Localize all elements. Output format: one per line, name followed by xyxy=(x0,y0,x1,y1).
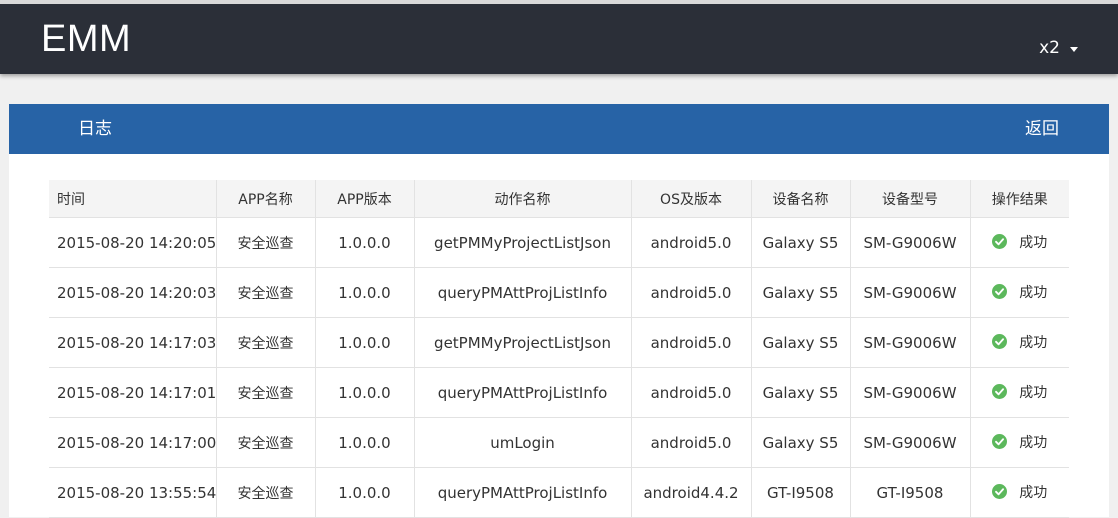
table-body: 2015-08-20 14:20:05 安全巡查 1.0.0.0 getPMMy… xyxy=(49,217,1069,518)
check-circle-icon xyxy=(992,234,1008,250)
column-header-device-model[interactable]: 设备型号 xyxy=(850,180,971,218)
column-header-app-name[interactable]: APP名称 xyxy=(216,180,316,218)
cell-app-name: 安全巡查 xyxy=(216,217,316,268)
cell-result: 成功 xyxy=(970,217,1069,268)
cell-action: queryPMAttProjListInfo xyxy=(414,267,632,318)
user-menu-dropdown[interactable]: x2 xyxy=(1039,38,1078,58)
cell-app-name: 安全巡查 xyxy=(216,417,316,468)
cell-device-model: SM-G9006W xyxy=(850,417,971,468)
cell-device-model: GT-I9508 xyxy=(850,467,971,518)
check-circle-icon xyxy=(992,484,1008,500)
cell-app-name: 安全巡查 xyxy=(216,367,316,418)
cell-app-version: 1.0.0.0 xyxy=(315,417,415,468)
panel-header: 日志 返回 xyxy=(9,104,1109,154)
panel-title: 日志 xyxy=(78,119,112,139)
check-circle-icon xyxy=(992,284,1008,300)
result-label: 成功 xyxy=(1019,284,1048,301)
cell-os: android5.0 xyxy=(631,367,752,418)
cell-time: 2015-08-20 13:55:54 xyxy=(49,467,217,518)
cell-device-name: Galaxy S5 xyxy=(751,217,851,268)
result-label: 成功 xyxy=(1019,334,1048,351)
cell-os: android4.4.2 xyxy=(631,467,752,518)
cell-app-name: 安全巡查 xyxy=(216,317,316,368)
column-header-time[interactable]: 时间 xyxy=(49,180,217,218)
cell-device-model: SM-G9006W xyxy=(850,367,971,418)
table-row[interactable]: 2015-08-20 14:17:00 安全巡查 1.0.0.0 umLogin… xyxy=(49,417,1069,468)
back-button[interactable]: 返回 xyxy=(1025,119,1059,139)
table-header-row: 时间 APP名称 APP版本 动作名称 OS及版本 设备名称 设备型号 操作结果 xyxy=(49,180,1069,218)
cell-action: getPMMyProjectListJson xyxy=(414,217,632,268)
cell-time: 2015-08-20 14:17:00 xyxy=(49,417,217,468)
cell-action: queryPMAttProjListInfo xyxy=(414,367,632,418)
cell-app-version: 1.0.0.0 xyxy=(315,217,415,268)
column-header-os[interactable]: OS及版本 xyxy=(631,180,752,218)
check-circle-icon xyxy=(992,434,1008,450)
cell-time: 2015-08-20 14:20:05 xyxy=(49,217,217,268)
cell-time: 2015-08-20 14:17:01 xyxy=(49,367,217,418)
cell-app-version: 1.0.0.0 xyxy=(315,267,415,318)
cell-device-name: Galaxy S5 xyxy=(751,267,851,318)
cell-action: umLogin xyxy=(414,417,632,468)
cell-device-model: SM-G9006W xyxy=(850,317,971,368)
cell-action: getPMMyProjectListJson xyxy=(414,317,632,368)
brand-logo[interactable]: EMM xyxy=(41,18,131,60)
column-header-result[interactable]: 操作结果 xyxy=(970,180,1069,218)
column-header-app-version[interactable]: APP版本 xyxy=(315,180,415,218)
table-row[interactable]: 2015-08-20 14:20:03 安全巡查 1.0.0.0 queryPM… xyxy=(49,267,1069,318)
table-row[interactable]: 2015-08-20 14:17:03 安全巡查 1.0.0.0 getPMMy… xyxy=(49,317,1069,368)
result-label: 成功 xyxy=(1019,384,1048,401)
cell-device-name: GT-I9508 xyxy=(751,467,851,518)
cell-os: android5.0 xyxy=(631,217,752,268)
log-table: 时间 APP名称 APP版本 动作名称 OS及版本 设备名称 设备型号 操作结果… xyxy=(49,180,1069,518)
top-navbar: EMM x2 xyxy=(0,0,1118,74)
check-circle-icon xyxy=(992,384,1008,400)
cell-app-version: 1.0.0.0 xyxy=(315,467,415,518)
cell-app-version: 1.0.0.0 xyxy=(315,317,415,368)
cell-device-name: Galaxy S5 xyxy=(751,417,851,468)
cell-os: android5.0 xyxy=(631,317,752,368)
cell-app-name: 安全巡查 xyxy=(216,267,316,318)
cell-device-name: Galaxy S5 xyxy=(751,317,851,368)
cell-action: queryPMAttProjListInfo xyxy=(414,467,632,518)
table-row[interactable]: 2015-08-20 14:17:01 安全巡查 1.0.0.0 queryPM… xyxy=(49,367,1069,418)
cell-device-model: SM-G9006W xyxy=(850,267,971,318)
result-label: 成功 xyxy=(1019,234,1048,251)
cell-device-model: SM-G9006W xyxy=(850,217,971,268)
cell-time: 2015-08-20 14:17:03 xyxy=(49,317,217,368)
cell-result: 成功 xyxy=(970,367,1069,418)
cell-os: android5.0 xyxy=(631,267,752,318)
result-label: 成功 xyxy=(1019,484,1048,501)
cell-result: 成功 xyxy=(970,317,1069,368)
cell-device-name: Galaxy S5 xyxy=(751,367,851,418)
cell-os: android5.0 xyxy=(631,417,752,468)
cell-result: 成功 xyxy=(970,417,1069,468)
check-circle-icon xyxy=(992,334,1008,350)
table-row[interactable]: 2015-08-20 13:55:54 安全巡查 1.0.0.0 queryPM… xyxy=(49,467,1069,518)
cell-app-name: 安全巡查 xyxy=(216,467,316,518)
column-header-action[interactable]: 动作名称 xyxy=(414,180,632,218)
cell-result: 成功 xyxy=(970,467,1069,518)
log-panel: 日志 返回 时间 APP名称 APP版本 动作名称 OS及版本 设备名称 设备型… xyxy=(9,104,1109,518)
column-header-device-name[interactable]: 设备名称 xyxy=(751,180,851,218)
user-name: x2 xyxy=(1039,38,1060,58)
result-label: 成功 xyxy=(1019,434,1048,451)
cell-app-version: 1.0.0.0 xyxy=(315,367,415,418)
table-row[interactable]: 2015-08-20 14:20:05 安全巡查 1.0.0.0 getPMMy… xyxy=(49,217,1069,268)
caret-down-icon xyxy=(1070,46,1078,52)
cell-result: 成功 xyxy=(970,267,1069,318)
cell-time: 2015-08-20 14:20:03 xyxy=(49,267,217,318)
